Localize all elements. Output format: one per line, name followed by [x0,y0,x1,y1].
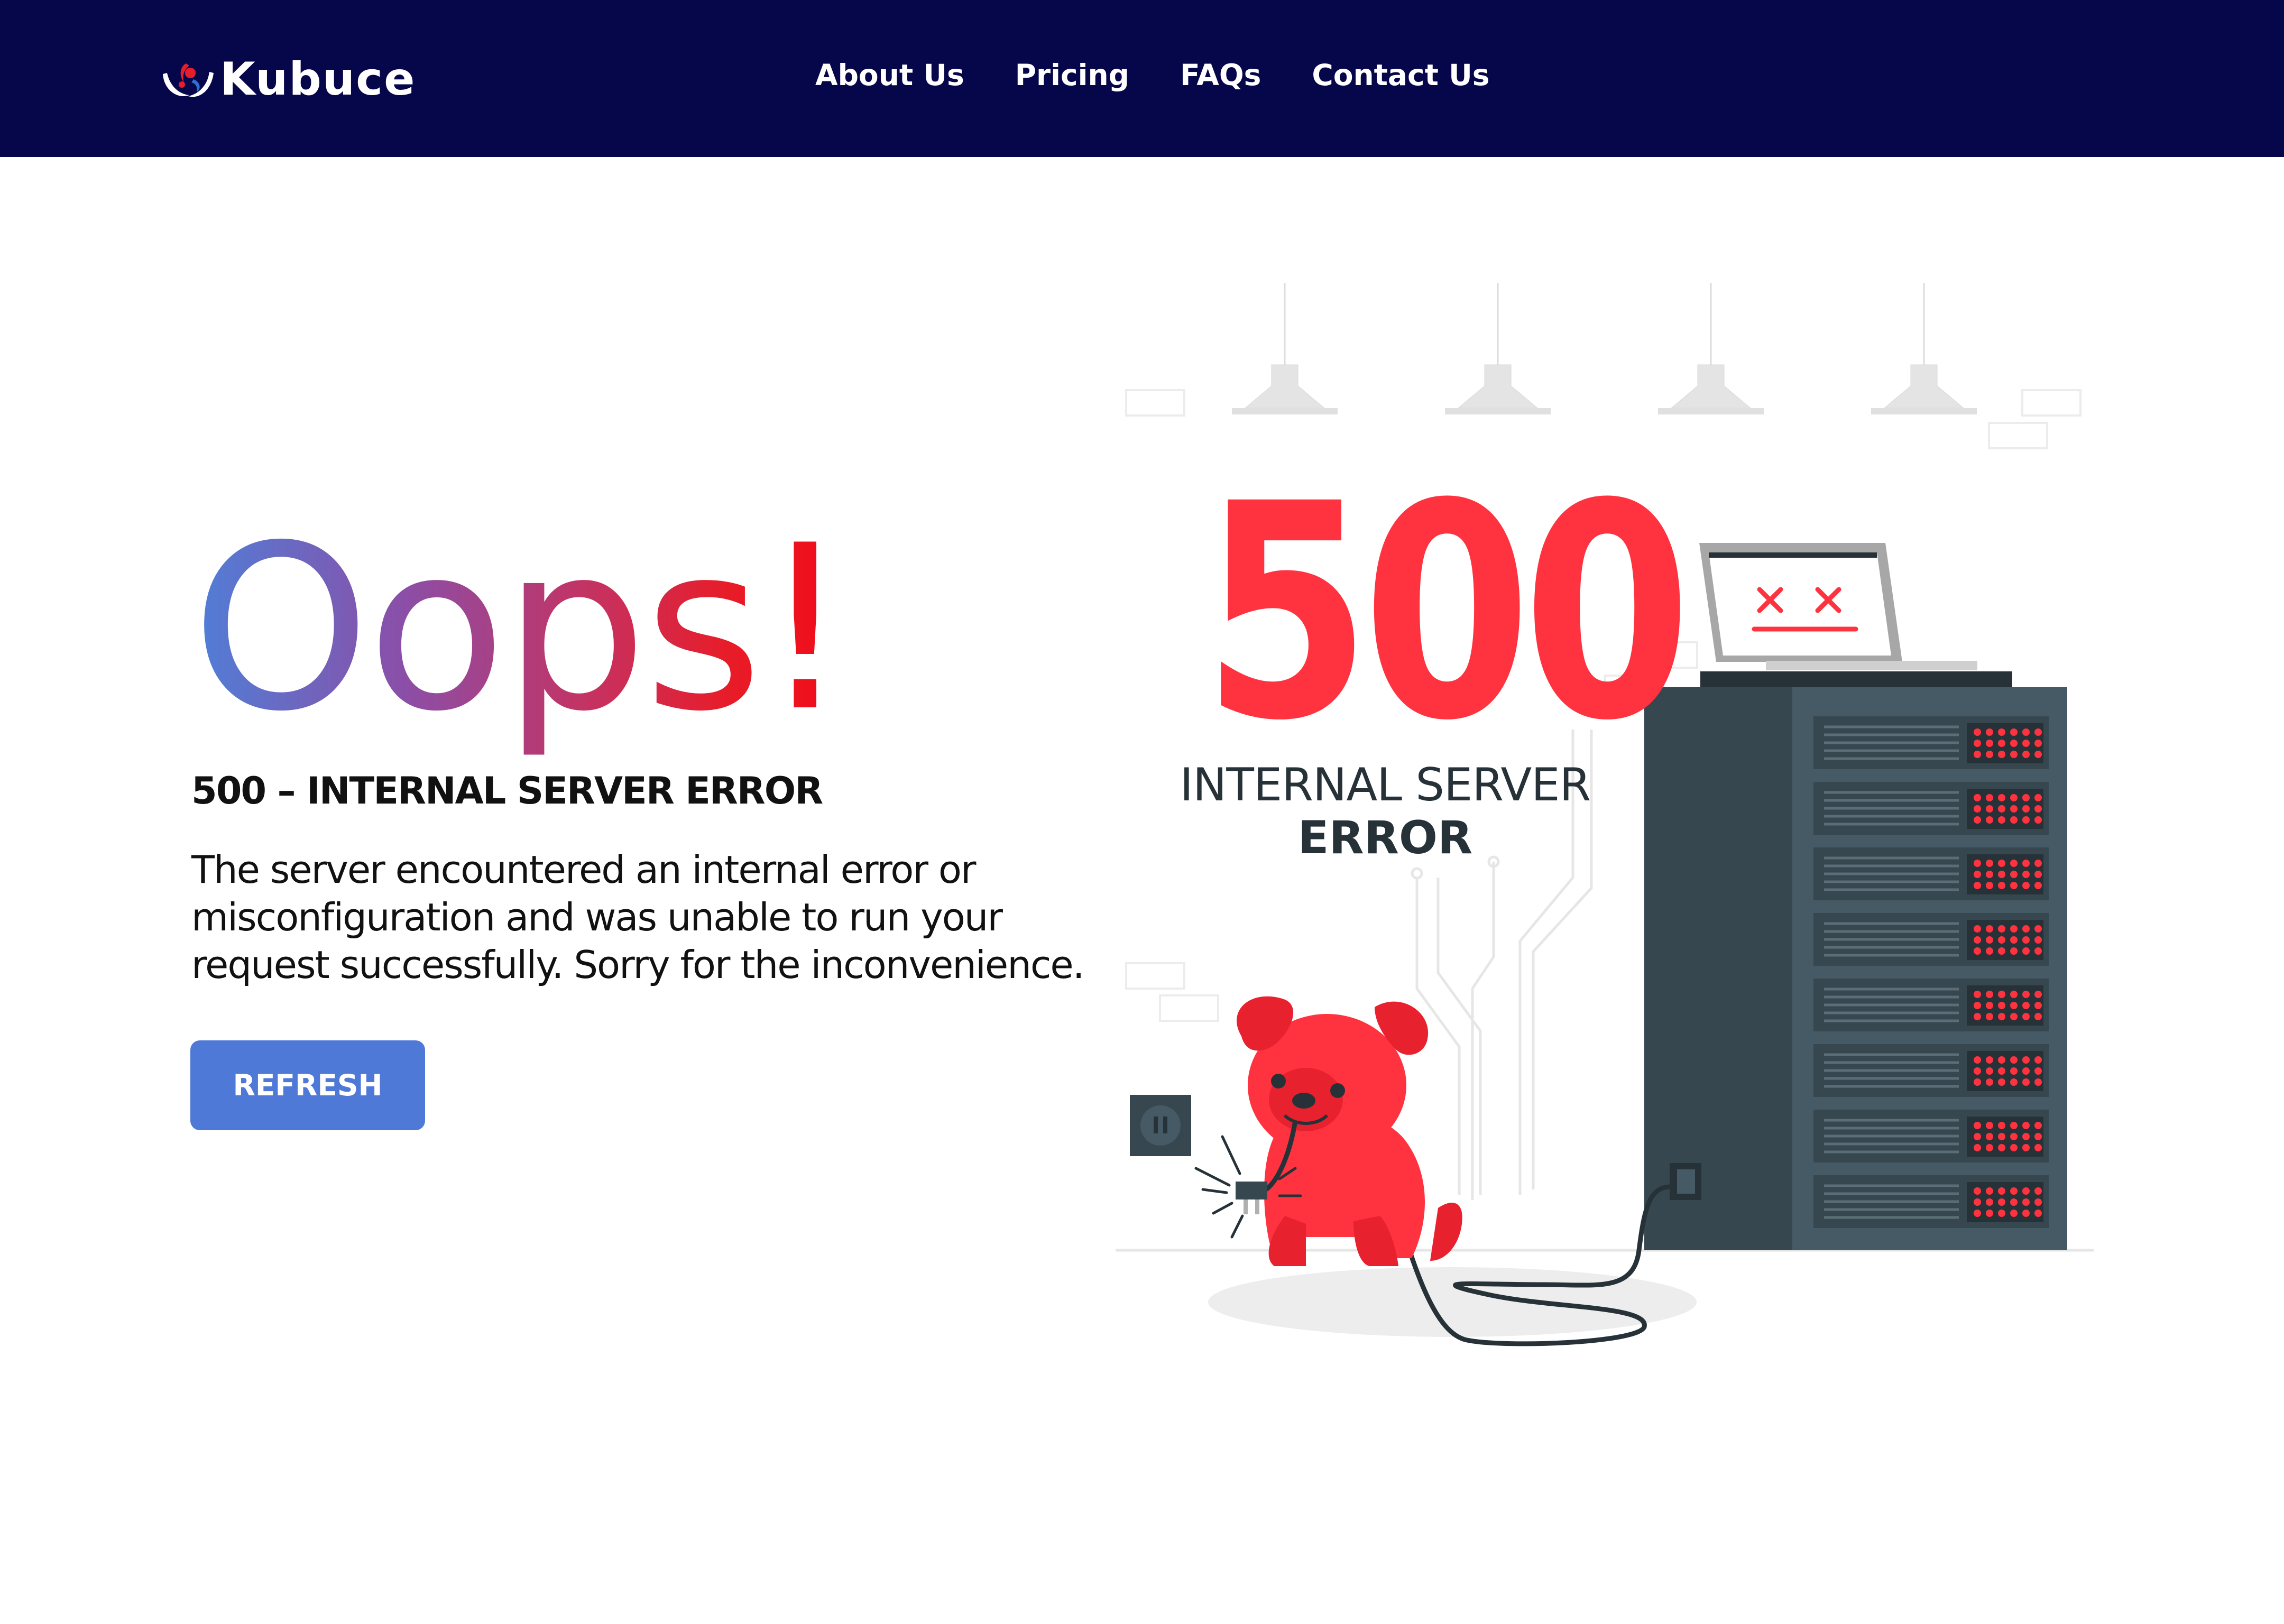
error-description: The server encountered an internal error… [191,847,1085,987]
main-nav: About Us Pricing FAQs Contact Us [815,58,1489,92]
kubuce-logo-icon [163,63,214,97]
brand-name: Kubuce [220,53,416,106]
illustration-caption-line2: ERROR [1297,811,1473,864]
nav-about-us[interactable]: About Us [815,58,964,92]
nav-pricing[interactable]: Pricing [1015,58,1129,92]
refresh-button[interactable]: REFRESH [190,1040,425,1130]
server-rack [1644,671,2067,1250]
oops-headline: Oops! [191,497,851,761]
illustration-caption-line1: INTERNAL SERVER [1180,759,1591,811]
error-code-graphic: 500 [1202,441,1692,786]
red-dog-illustration [1194,996,1462,1266]
laptop-icon [1699,543,1977,670]
nav-faqs[interactable]: FAQs [1180,58,1261,92]
top-navbar: Kubuce About Us Pricing FAQs Contact Us [0,0,2284,157]
ceiling-lamps [1232,283,1977,414]
nav-contact-us[interactable]: Contact Us [1312,58,1489,92]
wall-outlet-icon [1130,1095,1191,1156]
error-title: 500 – INTERNAL SERVER ERROR [191,769,823,813]
brand-logo[interactable]: Kubuce [159,53,416,106]
